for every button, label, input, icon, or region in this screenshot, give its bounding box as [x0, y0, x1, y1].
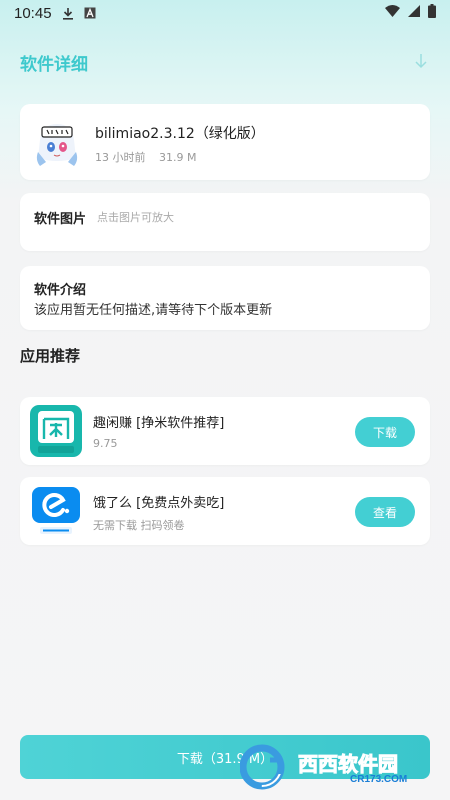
recommend-item-sub: 无需下载 扫码领卷: [93, 519, 185, 532]
pictures-hint: 点击图片可放大: [97, 211, 174, 224]
app-meta: 13 小时前 31.9 M: [95, 149, 206, 165]
signal-icon: [408, 5, 420, 21]
qxz-app-icon: [30, 405, 82, 457]
page-title: 软件详细: [20, 55, 88, 75]
recommend-item[interactable]: 饿了么 [免费点外卖吃] 无需下载 扫码领卷 查看: [20, 477, 430, 545]
app-intro-card: 软件介绍 该应用暂无任何描述,请等待下个版本更新: [20, 266, 430, 330]
watermark: 西西软件园 CR173.COM: [240, 742, 440, 792]
download-icon: [62, 7, 74, 20]
recommend-item-name: 趣闲赚 [挣米软件推荐]: [93, 416, 225, 431]
view-button[interactable]: 查看: [355, 497, 415, 527]
app-size: 31.9 M: [159, 151, 197, 164]
recommend-title: 应用推荐: [20, 347, 81, 365]
app-icon: [32, 118, 82, 168]
recommend-item[interactable]: 趣闲赚 [挣米软件推荐] 9.75 下载: [20, 397, 430, 465]
pictures-label: 软件图片: [34, 212, 87, 227]
status-time: 10:45: [14, 4, 52, 22]
battery-icon: [428, 4, 436, 22]
intro-description: 该应用暂无任何描述,请等待下个版本更新: [34, 303, 273, 318]
app-updated-time: 13 小时前: [95, 151, 146, 164]
watermark-text: 西西软件园: [298, 752, 399, 777]
recommend-item-name: 饿了么 [免费点外卖吃]: [93, 496, 225, 511]
intro-label: 软件介绍: [34, 283, 87, 298]
wifi-icon: [385, 5, 400, 21]
app-pictures-card[interactable]: 软件图片 点击图片可放大: [20, 193, 430, 251]
watermark-logo-icon: [240, 744, 285, 790]
font-a-icon: [84, 7, 96, 19]
status-bar: 10:45: [0, 0, 450, 26]
app-name: bilimiao2.3.12（绿化版）: [95, 126, 265, 142]
down-arrow-icon[interactable]: [414, 53, 428, 73]
app-info-card: bilimiao2.3.12（绿化版） 13 小时前 31.9 M: [20, 104, 430, 180]
recommend-item-sub: 9.75: [93, 437, 118, 450]
download-button[interactable]: 下载: [355, 417, 415, 447]
eleme-app-icon: [30, 485, 82, 537]
watermark-url: CR173.COM: [350, 774, 408, 785]
app-bar: 软件详细: [0, 44, 450, 80]
